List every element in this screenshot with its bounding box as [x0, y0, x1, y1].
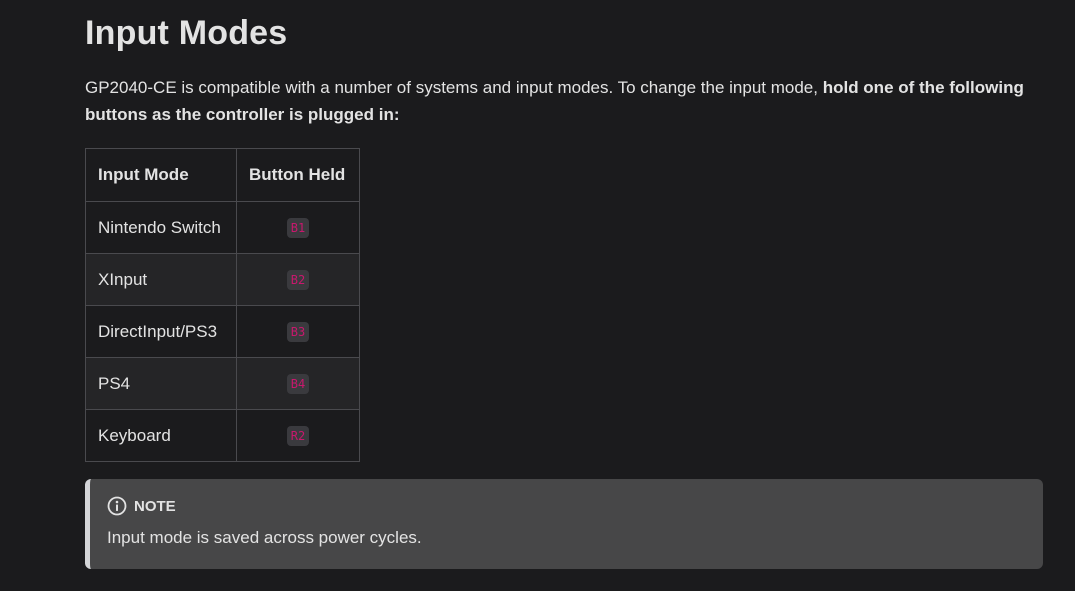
- button-key-badge: B3: [286, 322, 310, 342]
- mode-cell: DirectInput/PS3: [85, 305, 237, 358]
- button-cell: B4: [236, 357, 360, 410]
- note-label: NOTE: [134, 497, 176, 515]
- table-row: Nintendo Switch B1: [85, 201, 360, 254]
- mode-cell: PS4: [85, 357, 237, 410]
- button-key-badge: B4: [286, 374, 310, 394]
- note-header: NOTE: [107, 496, 176, 516]
- button-cell: B1: [236, 201, 360, 254]
- table-row: XInput B2: [85, 253, 360, 306]
- button-cell: B2: [236, 253, 360, 306]
- table-row: Keyboard R2: [85, 409, 360, 462]
- page-title: Input Modes: [85, 14, 288, 52]
- mode-cell: XInput: [85, 253, 237, 306]
- table-header-row: Input Mode Button Held: [85, 148, 360, 202]
- input-modes-table: Input Mode Button Held Nintendo Switch B…: [85, 148, 360, 462]
- note-admonition: NOTE Input mode is saved across power cy…: [85, 479, 1043, 569]
- info-icon: [107, 496, 127, 516]
- button-key-badge: B2: [286, 270, 310, 290]
- header-button-held: Button Held: [236, 148, 360, 202]
- button-key-badge: R2: [286, 426, 310, 446]
- mode-cell: Nintendo Switch: [85, 201, 237, 254]
- table-row: DirectInput/PS3 B3: [85, 305, 360, 358]
- button-key-badge: B1: [286, 218, 310, 238]
- mode-cell: Keyboard: [85, 409, 237, 462]
- button-cell: R2: [236, 409, 360, 462]
- intro-text: GP2040-CE is compatible with a number of…: [85, 78, 823, 97]
- button-cell: B3: [236, 305, 360, 358]
- table-row: PS4 B4: [85, 357, 360, 410]
- header-input-mode: Input Mode: [85, 148, 237, 202]
- intro-paragraph: GP2040-CE is compatible with a number of…: [85, 74, 1045, 128]
- note-text: Input mode is saved across power cycles.: [107, 528, 422, 547]
